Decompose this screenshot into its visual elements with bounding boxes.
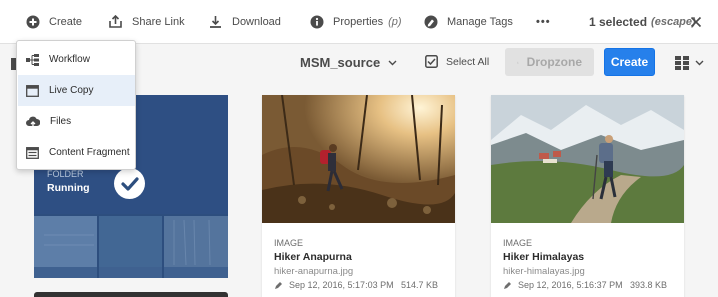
dropzone-button[interactable]: Dropzone <box>505 48 594 76</box>
checkbox-icon <box>425 55 438 68</box>
menu-item-live-copy[interactable]: Live Copy <box>18 75 135 106</box>
more-actions-button[interactable]: ••• <box>536 0 551 44</box>
selection-count: 1 selected <box>589 15 648 29</box>
source-breadcrumb[interactable]: MSM_source <box>300 55 397 70</box>
properties-shortcut: (p) <box>388 16 402 28</box>
share-link-label: Share Link <box>132 16 185 28</box>
close-selection-button[interactable] <box>690 0 702 44</box>
card-view-icon <box>675 56 689 70</box>
chevron-down-icon <box>388 60 397 65</box>
selection-status: 1 selected (escape) <box>589 0 696 44</box>
properties-label: Properties <box>333 16 384 28</box>
view-switcher[interactable] <box>675 56 704 70</box>
pencil-icon <box>275 281 282 289</box>
asset-card-hiker-anapurna[interactable]: IMAGE Hiker Anapurna hiker-anapurna.jpg … <box>262 95 455 297</box>
menu-item-workflow[interactable]: Workflow <box>18 44 135 75</box>
tag-icon <box>424 15 438 29</box>
menu-item-label: Live Copy <box>49 85 94 96</box>
close-icon <box>690 16 702 28</box>
properties-action[interactable]: Properties (p) <box>310 0 402 44</box>
card-title: Hiker Himalayas <box>503 251 585 263</box>
menu-item-label: Content Fragment <box>49 147 130 158</box>
card-file-size: 514.7 KB <box>400 280 438 290</box>
create-menu: Workflow Live Copy Files Content Fragmen… <box>16 40 136 170</box>
create-action-label: Create <box>49 16 83 28</box>
info-icon <box>310 15 324 29</box>
manage-tags-label: Manage Tags <box>447 16 513 28</box>
menu-item-content-fragment[interactable]: Content Fragment <box>18 137 135 168</box>
download-icon <box>210 16 221 28</box>
asset-card-hiker-himalayas[interactable]: IMAGE Hiker Himalayas hiker-himalayas.jp… <box>491 95 684 297</box>
card-modified-date: Sep 12, 2016, 5:16:37 PM <box>518 280 623 290</box>
asset-thumbnail <box>262 95 455 223</box>
more-icon: ••• <box>536 16 551 28</box>
download-label: Download <box>232 16 281 28</box>
card-type: FOLDER <box>47 169 84 179</box>
download-action[interactable]: Download <box>208 0 281 44</box>
share-icon <box>109 15 122 28</box>
live-copy-icon <box>26 84 39 97</box>
upload-cloud-icon <box>26 116 40 127</box>
action-bar: Create Share Link Download Properties (p… <box>0 0 718 44</box>
content-fragment-icon <box>26 146 39 159</box>
dropzone-label: Dropzone <box>526 55 582 69</box>
select-all-label: Select All <box>446 55 490 68</box>
menu-item-files[interactable]: Files <box>18 106 135 137</box>
share-link-action[interactable]: Share Link <box>108 0 185 44</box>
menu-item-label: Files <box>50 116 72 127</box>
card-type: IMAGE <box>503 238 533 248</box>
card-modified-date: Sep 12, 2016, 5:17:03 PM <box>289 280 394 290</box>
asset-thumbnail <box>491 95 684 223</box>
create-action[interactable]: Create <box>26 0 82 44</box>
pencil-icon <box>504 281 511 289</box>
folder-card-partial[interactable] <box>34 292 228 297</box>
card-file-size: 393.8 KB <box>629 280 667 290</box>
chevron-down-icon <box>695 60 704 66</box>
card-filename: hiker-anapurna.jpg <box>274 266 354 277</box>
selected-check-icon[interactable] <box>114 168 145 199</box>
card-meta: Sep 12, 2016, 5:17:03 PM 514.7 KB <box>274 280 438 290</box>
card-type: IMAGE <box>274 238 304 248</box>
select-all-button[interactable]: Select All <box>425 55 489 68</box>
manage-tags-action[interactable]: Manage Tags <box>424 0 513 44</box>
create-button-label: Create <box>610 55 649 69</box>
card-title: Running <box>47 182 90 194</box>
add-circle-icon <box>26 15 40 29</box>
workflow-icon <box>26 53 39 66</box>
escape-shortcut: (escape) <box>651 16 696 28</box>
page-title: MSM_source <box>300 55 381 70</box>
card-filename: hiker-himalayas.jpg <box>503 266 585 277</box>
download-icon <box>517 61 519 63</box>
menu-item-label: Workflow <box>49 54 90 65</box>
create-button[interactable]: Create <box>604 48 655 76</box>
card-title: Hiker Anapurna <box>274 251 352 263</box>
card-meta: Sep 12, 2016, 5:16:37 PM 393.8 KB <box>503 280 667 290</box>
